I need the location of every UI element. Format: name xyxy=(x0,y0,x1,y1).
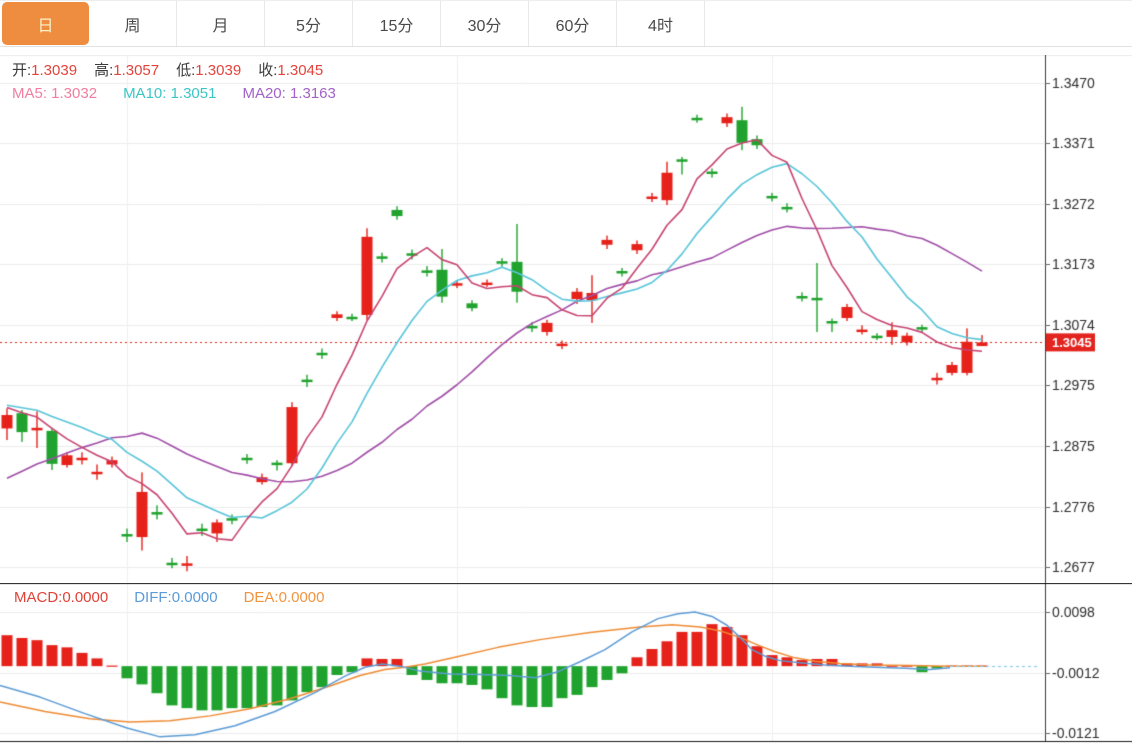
ma-readout: MA5: 1.3032 MA10: 1.3051 MA20: 1.3163 xyxy=(12,85,362,102)
low-value: 1.3039 xyxy=(195,62,241,79)
tab-month[interactable]: 月 xyxy=(177,1,265,46)
dea-value-readout: DEA:0.0000 xyxy=(244,589,325,606)
timeframe-tabs: 日 周 月 5分 15分 30分 60分 4时 xyxy=(0,0,1132,47)
high-label: 高: xyxy=(94,62,113,79)
low-label: 低: xyxy=(176,62,195,79)
high-value: 1.3057 xyxy=(113,62,159,79)
ma10-readout: MA10: 1.3051 xyxy=(123,85,216,102)
close-value: 1.3045 xyxy=(277,62,323,79)
tab-day[interactable]: 日 xyxy=(2,2,89,45)
diff-value-readout: DIFF:0.0000 xyxy=(134,589,217,606)
tab-15min[interactable]: 15分 xyxy=(353,1,441,46)
tab-week[interactable]: 周 xyxy=(89,1,177,46)
ohlc-readout: 开:1.3039高:1.3057低:1.3039收:1.3045 xyxy=(12,59,340,80)
tabbar-spacer xyxy=(705,1,1132,46)
ma20-readout: MA20: 1.3163 xyxy=(242,85,335,102)
macd-value-readout: MACD:0.0000 xyxy=(14,589,108,606)
macd-readout: MACD:0.0000 DIFF:0.0000 DEA:0.0000 xyxy=(14,589,350,606)
tab-60min[interactable]: 60分 xyxy=(529,1,617,46)
trading-chart-app: { "tabs": { "items": [ {"label": "日", "a… xyxy=(0,0,1132,752)
tab-4hour[interactable]: 4时 xyxy=(617,1,705,46)
macd-indicator-chart[interactable] xyxy=(0,583,1132,752)
tab-30min[interactable]: 30分 xyxy=(441,1,529,46)
open-value: 1.3039 xyxy=(31,62,77,79)
open-label: 开: xyxy=(12,62,31,79)
close-label: 收: xyxy=(258,62,277,79)
main-price-chart[interactable] xyxy=(0,55,1132,583)
ma5-readout: MA5: 1.3032 xyxy=(12,85,97,102)
tab-5min[interactable]: 5分 xyxy=(265,1,353,46)
